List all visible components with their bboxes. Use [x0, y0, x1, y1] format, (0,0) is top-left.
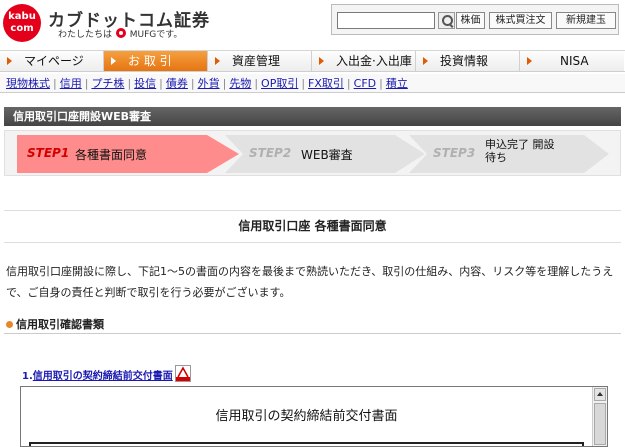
step-1: STEP1 各種書面同意	[17, 135, 242, 173]
arrow-right-icon	[423, 57, 428, 65]
tagline-prefix: わたしたちは	[58, 30, 113, 40]
bullet-icon	[6, 321, 13, 328]
step-3: STEP3 申込完了 開設待ち	[409, 135, 609, 173]
subnav-fx[interactable]: FX取引	[308, 77, 344, 90]
document-link-item: 1.信用取引の契約締結前交付書面	[22, 365, 191, 384]
nav-label: 投資情報	[440, 54, 489, 68]
main-navigation: マイページ お 取 引 資産管理 入出金·入出庫 投資情報 NISA	[0, 50, 625, 72]
step-number: STEP3	[433, 146, 476, 160]
step-label: 申込完了 開設待ち	[485, 138, 555, 164]
step-2: STEP2 WEB審査	[225, 135, 425, 173]
nav-deposit-withdraw[interactable]: 入出金·入出庫	[312, 51, 416, 71]
quick-search-area: 株価 株式買注文 新規建玉	[331, 4, 619, 35]
divider: |	[127, 77, 132, 90]
subnav-futures[interactable]: 先物	[229, 77, 251, 90]
divider: |	[84, 77, 89, 90]
nav-label: 資産管理	[232, 54, 281, 68]
divider: |	[53, 77, 57, 90]
nav-label: マイページ	[24, 54, 84, 68]
pdf-icon[interactable]	[175, 365, 191, 382]
nav-investment-info[interactable]: 投資情報	[416, 51, 520, 71]
subnav-cash-stocks[interactable]: 現物株式	[6, 77, 50, 90]
divider: |	[346, 77, 351, 90]
scroll-thumb[interactable]	[594, 403, 606, 445]
arrow-right-icon	[527, 57, 532, 65]
divider: |	[190, 77, 195, 90]
scrollbar[interactable]	[592, 387, 607, 446]
new-position-button[interactable]: 新規建玉	[556, 12, 616, 29]
document-number: 1.	[22, 371, 33, 382]
subnav-funds[interactable]: 投信	[134, 77, 156, 90]
subnav-options[interactable]: OP取引	[261, 77, 298, 90]
mufg-logo-icon	[115, 28, 126, 38]
step-number: STEP2	[249, 146, 292, 160]
quote-button[interactable]: 株価	[456, 12, 485, 29]
step-label: WEB審査	[301, 148, 353, 162]
subnav-margin[interactable]: 信用	[60, 77, 82, 90]
step-number: STEP1	[27, 146, 70, 160]
divider: |	[301, 77, 306, 90]
nav-nisa[interactable]: NISA	[520, 51, 624, 71]
step-label: 各種書面同意	[75, 148, 148, 162]
divider: |	[379, 77, 383, 90]
step-indicator: STEP1 各種書面同意 STEP2 WEB審査 STEP3 申込完了 開設待ち	[4, 130, 621, 176]
subnav-petit-stocks[interactable]: プチ株	[91, 77, 124, 90]
page-title: 信用取引口座 各種書面同意	[4, 210, 621, 243]
scroll-up-icon[interactable]	[594, 388, 606, 401]
heading-label: 信用取引確認書類	[16, 318, 104, 331]
divider: |	[159, 77, 163, 90]
subnav-bonds[interactable]: 債券	[166, 77, 188, 90]
document-content-box	[29, 442, 584, 446]
brand-tagline: わたしたちは MUFGです。	[58, 27, 182, 40]
subnav-accumulation[interactable]: 積立	[386, 77, 408, 90]
confirm-documents-heading: 信用取引確認書類	[4, 317, 621, 334]
document-viewer-frame[interactable]: 信用取引の契約締結前交付書面	[20, 386, 608, 447]
document-link[interactable]: 信用取引の契約締結前交付書面	[33, 371, 173, 382]
nav-label: NISA	[560, 54, 589, 68]
divider: |	[254, 77, 259, 90]
kabucom-logo[interactable]: kabu com	[3, 4, 41, 42]
divider: |	[222, 77, 227, 90]
sub-navigation: 現物株式 | 信用 | プチ株 | 投信 | 債券 | 外貨 | 先物 | OP取引 | FX取引 | CFD | 積立	[0, 74, 625, 93]
arrow-right-icon	[319, 57, 324, 65]
stock-search-input[interactable]	[337, 12, 435, 29]
tagline-suffix: MUFGです。	[129, 30, 183, 40]
nav-assets[interactable]: 資産管理	[208, 51, 312, 71]
nav-label: お 取 引	[128, 54, 172, 68]
nav-label: 入出金·入出庫	[336, 54, 412, 68]
subnav-cfd[interactable]: CFD	[354, 77, 376, 90]
search-icon[interactable]	[438, 12, 455, 29]
arrow-right-icon	[111, 57, 116, 65]
site-header: kabu com カブドットコム証券 わたしたちは MUFGです。 株価 株式買注…	[0, 0, 625, 46]
arrow-right-icon	[215, 57, 220, 65]
nav-trade[interactable]: お 取 引	[104, 51, 208, 71]
subnav-forex-currency[interactable]: 外貨	[198, 77, 220, 90]
intro-text: 信用取引口座開設に際し、下記1～5の書面の内容を最後まで熟読いただき、取引の仕組…	[6, 265, 614, 299]
arrow-right-icon	[7, 57, 12, 65]
section-title: 信用取引口座開設WEB審査	[4, 107, 621, 126]
stock-buy-order-button[interactable]: 株式買注文	[489, 12, 552, 29]
document-viewer-title: 信用取引の契約締結前交付書面	[215, 409, 398, 424]
nav-mypage[interactable]: マイページ	[0, 51, 104, 71]
